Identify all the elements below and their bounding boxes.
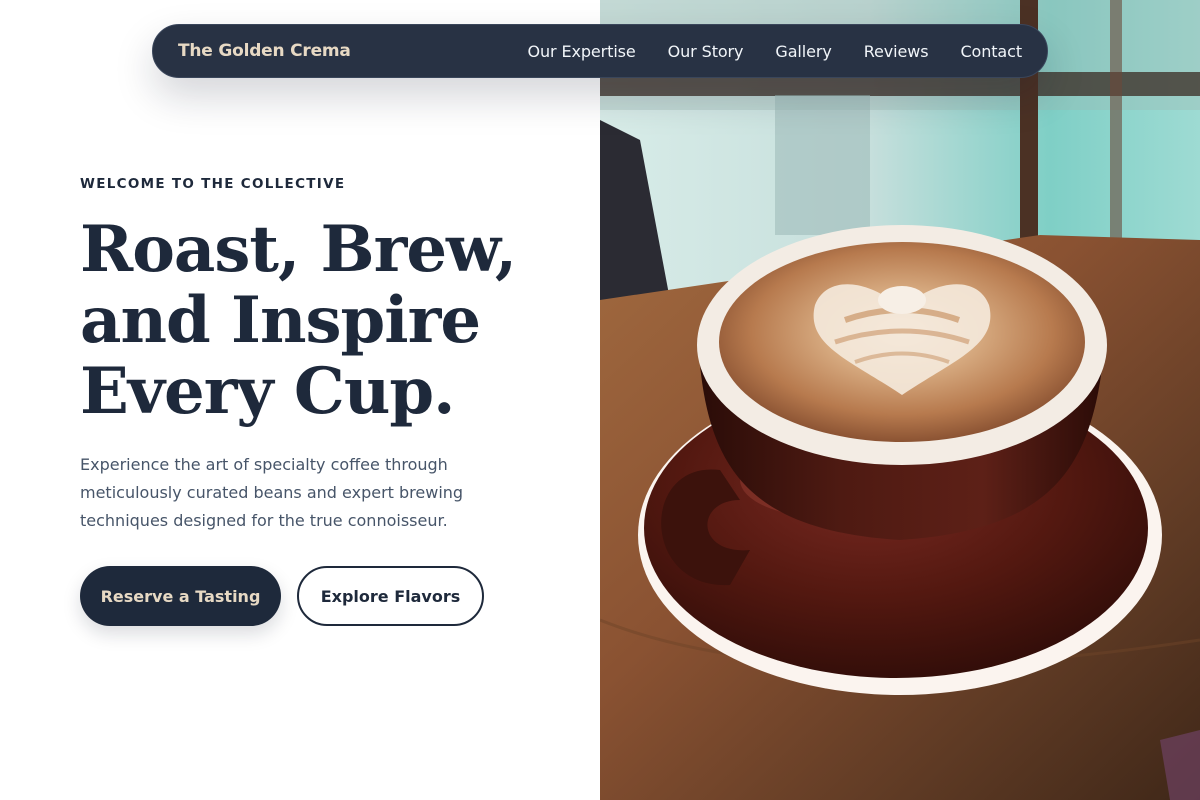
explore-flavors-button[interactable]: Explore Flavors bbox=[297, 566, 484, 626]
nav-link-our-expertise[interactable]: Our Expertise bbox=[527, 42, 635, 61]
hero-headline-line: Every Cup. bbox=[80, 354, 455, 429]
reserve-tasting-button[interactable]: Reserve a Tasting bbox=[80, 566, 281, 626]
nav-link-gallery[interactable]: Gallery bbox=[775, 42, 831, 61]
hero-headline-line: Roast, Brew, bbox=[80, 212, 517, 287]
nav-links: Our Expertise Our Story Gallery Reviews … bbox=[527, 42, 1022, 61]
hero-headline: Roast, Brew, and Inspire Every Cup. bbox=[80, 214, 560, 427]
hero-eyebrow: WELCOME TO THE COLLECTIVE bbox=[80, 176, 346, 192]
nav-link-reviews[interactable]: Reviews bbox=[864, 42, 929, 61]
brand-logo-text[interactable]: The Golden Crema bbox=[178, 41, 351, 61]
nav-link-contact[interactable]: Contact bbox=[960, 42, 1022, 61]
hero-description: Experience the art of specialty coffee t… bbox=[80, 451, 510, 535]
hero-description-line: Experience the art of specialty coffee t… bbox=[80, 455, 448, 474]
main-navbar: The Golden Crema Our Expertise Our Story… bbox=[152, 24, 1048, 78]
nav-link-our-story[interactable]: Our Story bbox=[668, 42, 744, 61]
hero-description-line: meticulously curated beans and expert br… bbox=[80, 483, 464, 502]
hero-description-line: techniques designed for the true connois… bbox=[80, 511, 448, 530]
hero-image-latte-cup bbox=[600, 0, 1200, 800]
hero-headline-line: and Inspire bbox=[80, 283, 481, 358]
